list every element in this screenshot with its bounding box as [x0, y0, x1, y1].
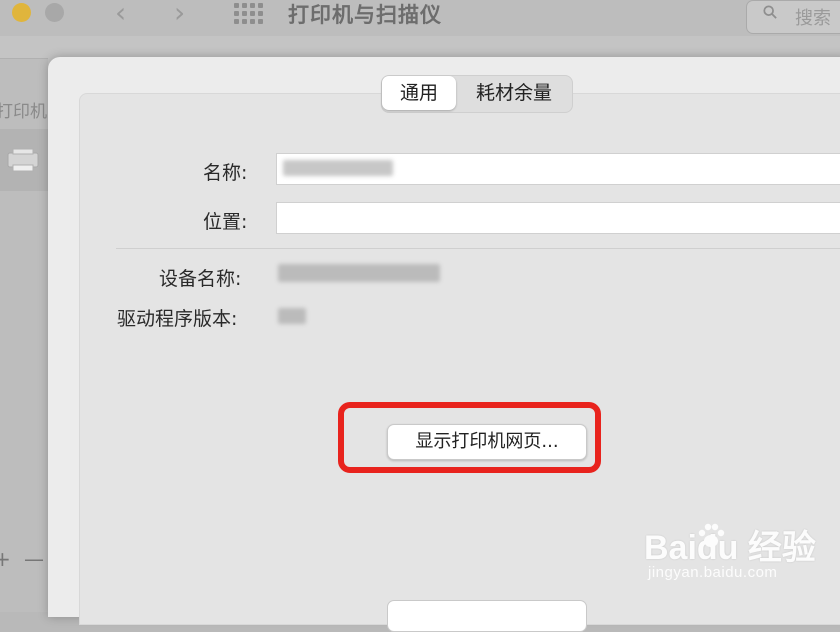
watermark-site: jingyan.baidu.com: [648, 564, 778, 581]
driver-version-label: 驱动程序版本:: [117, 308, 238, 330]
location-label: 位置:: [203, 211, 248, 233]
tab-bar: 通用 耗材余量: [381, 75, 574, 113]
forward-chevron-icon[interactable]: ›: [174, 0, 185, 29]
search-placeholder: 搜索: [795, 8, 831, 29]
tab-general[interactable]: 通用: [382, 76, 457, 110]
show-all-grid-icon[interactable]: [234, 3, 264, 25]
minimize-button[interactable]: [12, 3, 31, 22]
location-field[interactable]: [276, 202, 840, 234]
device-name-label: 设备名称:: [159, 268, 242, 290]
add-printer-button[interactable]: +: [0, 547, 11, 573]
name-field[interactable]: [276, 153, 840, 185]
redacted-name: [283, 160, 393, 176]
printer-sidebar: 打印机 + —: [0, 58, 48, 612]
printer-icon: [7, 148, 39, 172]
title-bar: ‹ › 打印机与扫描仪 搜索: [0, 0, 840, 36]
show-printer-webpage-button[interactable]: 显示打印机网页...: [387, 424, 587, 460]
redacted-driver-version: [278, 308, 306, 324]
window-title: 打印机与扫描仪: [288, 3, 442, 27]
paw-icon: [698, 523, 725, 547]
partially-hidden-button[interactable]: [387, 600, 587, 632]
sidebar-item-printer[interactable]: [0, 129, 48, 191]
search-input[interactable]: 搜索: [746, 0, 840, 34]
search-icon: [763, 5, 777, 19]
sidebar-header: 打印机: [0, 102, 47, 122]
zoom-button[interactable]: [45, 3, 64, 22]
name-label: 名称:: [203, 162, 248, 184]
redacted-device-name: [278, 264, 440, 282]
baidu-watermark: Baidu 经验 jingyan.baidu.com: [644, 520, 816, 581]
back-chevron-icon[interactable]: ‹: [115, 0, 126, 29]
sidebar-buttons: + —: [0, 547, 48, 573]
remove-printer-button[interactable]: —: [24, 547, 44, 573]
section-divider: [116, 248, 840, 249]
watermark-logo: Baidu 经验: [644, 529, 816, 567]
tab-supply-levels[interactable]: 耗材余量: [456, 76, 572, 110]
